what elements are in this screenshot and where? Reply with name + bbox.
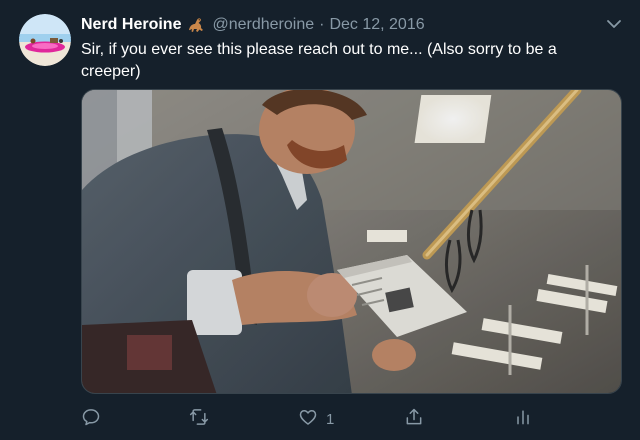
chevron-down-icon[interactable]	[604, 16, 624, 32]
tweet-actions: 1	[81, 405, 541, 433]
retweet-icon	[189, 407, 209, 431]
display-name[interactable]: Nerd Heroine	[81, 16, 181, 34]
avatar-image	[19, 14, 71, 66]
separator-dot: ·	[319, 16, 325, 33]
analytics-icon	[513, 407, 533, 431]
tweet-text: Sir, if you ever see this please reach o…	[81, 41, 557, 80]
avatar[interactable]	[19, 14, 71, 66]
reply-icon	[81, 407, 101, 431]
handle[interactable]: @nerdheroine	[212, 16, 314, 34]
dinosaur-icon	[186, 15, 206, 35]
tweet[interactable]: Nerd Heroine @nerdheroine · Dec 12, 2016…	[0, 0, 640, 440]
tweet-header: Nerd Heroine @nerdheroine · Dec 12, 2016	[81, 14, 425, 36]
like-count: 1	[326, 410, 335, 428]
analytics-button[interactable]	[513, 405, 533, 433]
like-button[interactable]: 1	[298, 405, 334, 433]
retweet-button[interactable]	[189, 405, 217, 433]
tweet-photo[interactable]	[81, 89, 622, 394]
share-icon	[404, 407, 424, 431]
share-button[interactable]	[404, 405, 432, 433]
heart-icon	[298, 407, 318, 431]
tweet-date[interactable]: Dec 12, 2016	[329, 16, 424, 34]
reply-button[interactable]	[81, 405, 109, 433]
subway-photo	[82, 90, 621, 393]
